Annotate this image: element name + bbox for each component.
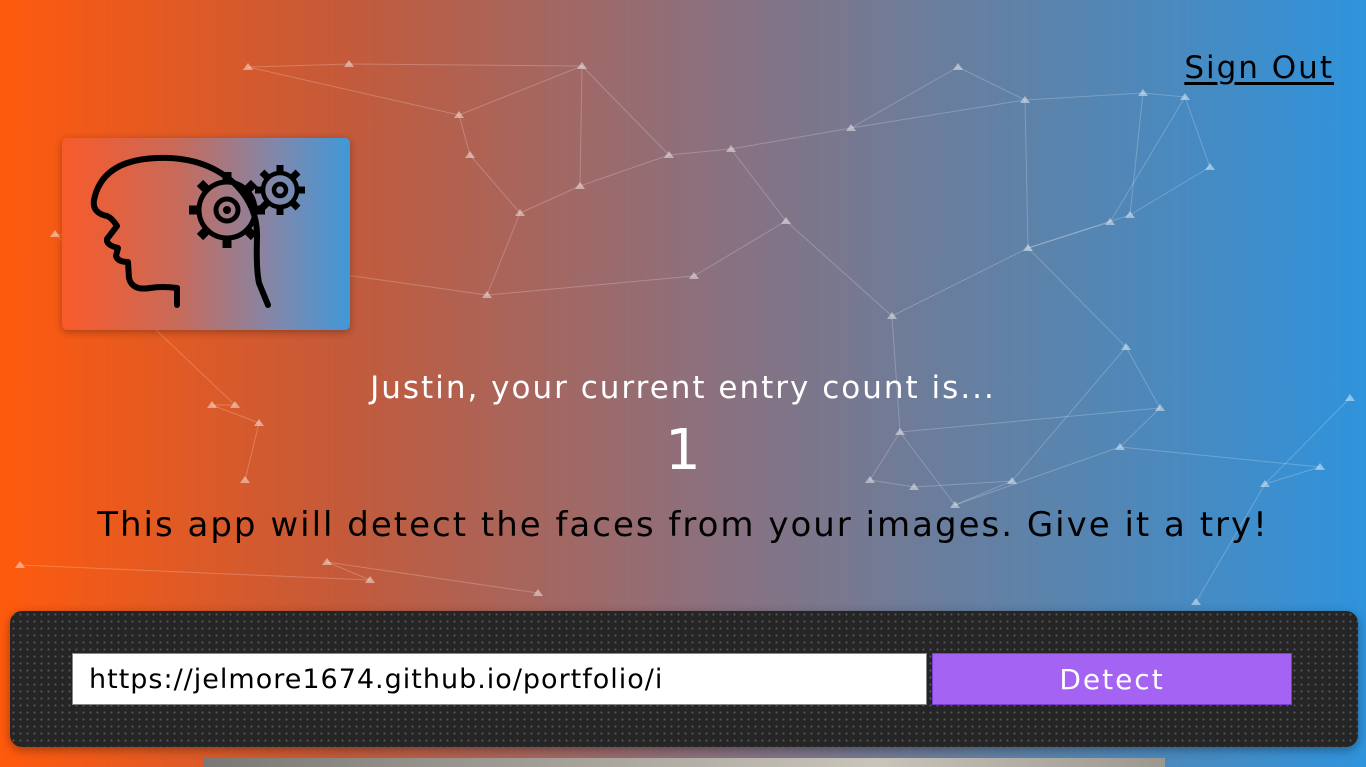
- entry-count-message: Justin, your current entry count is...: [370, 370, 996, 406]
- detect-button[interactable]: Detect: [932, 653, 1292, 705]
- result-image: [203, 758, 1165, 767]
- image-link-form: Detect: [10, 611, 1358, 747]
- brain-gears-icon: [90, 154, 305, 308]
- image-url-input[interactable]: [72, 653, 927, 705]
- sign-out-link[interactable]: Sign Out: [1184, 50, 1334, 86]
- logo: [62, 138, 350, 330]
- intro-text: This app will detect the faces from your…: [97, 505, 1269, 545]
- entry-count-value: 1: [665, 418, 701, 483]
